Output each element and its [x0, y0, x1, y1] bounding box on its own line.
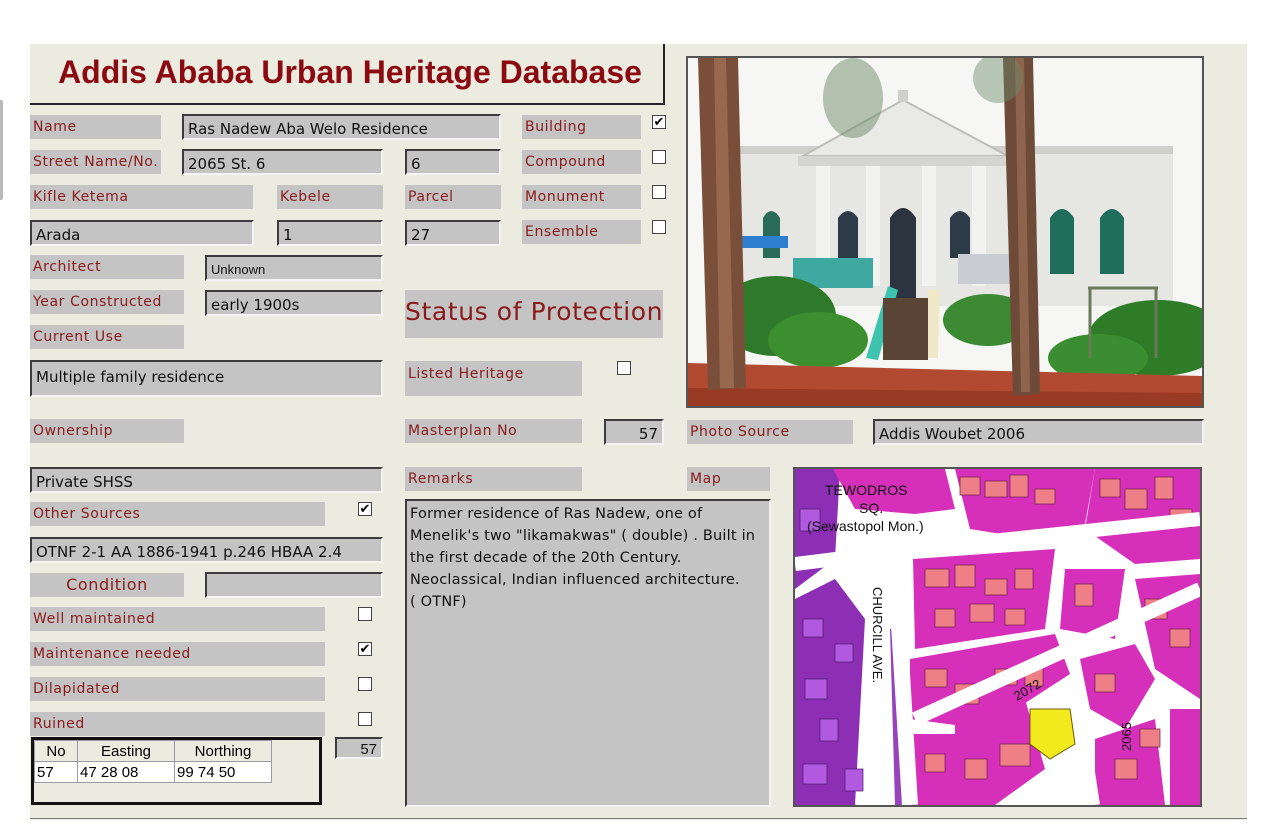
monument-label: Monument	[522, 185, 641, 209]
year-constructed-label: Year Constructed	[30, 290, 184, 314]
remarks-field[interactable]: Former residence of Ras Nadew, one of Me…	[405, 499, 771, 807]
year-constructed-field[interactable]: early 1900s	[205, 290, 383, 316]
name-label: Name	[30, 115, 161, 139]
dilapidated-label: Dilapidated	[30, 677, 325, 701]
monument-checkbox[interactable]	[652, 185, 666, 199]
compound-label: Compound	[522, 150, 641, 174]
map-square-label-line3: (Sewastopol Mon.)	[807, 518, 924, 534]
dilapidated-checkbox[interactable]	[358, 677, 372, 691]
map-square-label-line1: TEWODROS	[825, 482, 907, 498]
coord-cell-no[interactable]: 57	[34, 761, 78, 783]
ruined-label: Ruined	[30, 712, 325, 736]
other-sources-field[interactable]: OTNF 2-1 AA 1886-1941 p.246 HBAA 2.4	[30, 537, 383, 563]
parcel-label: Parcel	[405, 185, 501, 209]
masterplan-no-label: Masterplan No	[405, 419, 582, 443]
photo-source-label: Photo Source	[687, 420, 853, 444]
architect-field[interactable]: Unknown	[205, 255, 383, 281]
coordinates-id-field[interactable]: 57	[335, 737, 383, 759]
condition-label: Condition	[30, 573, 184, 597]
well-maintained-checkbox[interactable]	[358, 607, 372, 621]
ensemble-label: Ensemble	[522, 220, 641, 244]
building-checkbox[interactable]: ✔	[652, 115, 666, 129]
maintenance-needed-label: Maintenance needed	[30, 642, 325, 666]
page-title: Addis Ababa Urban Heritage Database	[58, 54, 642, 90]
status-of-protection-heading: Status of Protection	[405, 290, 663, 338]
ensemble-checkbox[interactable]	[652, 220, 666, 234]
name-field[interactable]: Ras Nadew Aba Welo Residence	[182, 114, 501, 140]
kifle-ketema-label: Kifle Ketema	[30, 185, 253, 209]
coord-header-easting: Easting	[77, 740, 175, 762]
coord-cell-easting[interactable]: 47 28 08	[77, 761, 175, 783]
kebele-field[interactable]: 1	[277, 220, 383, 246]
coord-header-no: No	[34, 740, 78, 762]
well-maintained-label: Well maintained	[30, 607, 325, 631]
remarks-label: Remarks	[405, 467, 582, 491]
ownership-field[interactable]: Private SHSS	[30, 467, 383, 493]
street-number-field[interactable]: 6	[405, 149, 501, 175]
current-use-label: Current Use	[30, 325, 184, 349]
ruined-checkbox[interactable]	[358, 712, 372, 726]
masterplan-no-field[interactable]: 57	[604, 419, 664, 445]
bottom-divider	[30, 818, 1247, 819]
remarks-line: Neoclassical, Indian influenced architec…	[410, 572, 740, 588]
compound-checkbox[interactable]	[652, 150, 666, 164]
coord-header-northing: Northing	[174, 740, 272, 762]
remarks-line: Former residence of Ras Nadew, one of	[410, 506, 703, 522]
building-label: Building	[522, 115, 641, 139]
checkmark-icon: ✔	[359, 502, 371, 517]
map-avenue-label: CHURCILL AVE.	[870, 587, 885, 683]
checkmark-icon: ✔	[653, 115, 665, 130]
parcel-map: TEWODROS SQ. (Sewastopol Mon.) CHURCILL …	[793, 467, 1202, 807]
map-label: Map	[687, 467, 770, 491]
checkmark-icon: ✔	[359, 642, 371, 657]
street-name-field[interactable]: 2065 St. 6	[182, 149, 383, 175]
kebele-label: Kebele	[277, 185, 383, 209]
ownership-label: Ownership	[30, 419, 184, 443]
listed-heritage-checkbox[interactable]	[617, 361, 631, 375]
remarks-line: Menelik's two "likamakwas" ( double) . B…	[410, 528, 756, 544]
maintenance-needed-checkbox[interactable]: ✔	[358, 642, 372, 656]
map-street-label: 2065	[1119, 722, 1134, 751]
other-sources-checkbox[interactable]: ✔	[358, 502, 372, 516]
map-square-label-line2: SQ.	[859, 500, 883, 516]
parcel-field[interactable]: 27	[405, 220, 501, 246]
kifle-ketema-field[interactable]: Arada	[30, 220, 254, 246]
condition-field[interactable]	[205, 572, 383, 598]
listed-heritage-label: Listed Heritage	[405, 361, 582, 396]
current-use-field[interactable]: Multiple family residence	[30, 360, 383, 397]
photo-source-field[interactable]: Addis Woubet 2006	[873, 419, 1204, 445]
coord-cell-northing[interactable]: 99 74 50	[174, 761, 272, 783]
remarks-line: the first decade of the 20th Century.	[410, 550, 682, 566]
coordinates-table: No Easting Northing 57 47 28 08 99 74 50	[34, 740, 272, 783]
building-photo	[686, 56, 1204, 408]
architect-label: Architect	[30, 255, 184, 279]
remarks-line: ( OTNF)	[410, 594, 467, 610]
street-label: Street Name/No.	[30, 150, 161, 174]
window-edge-tab	[0, 100, 3, 200]
other-sources-label: Other Sources	[30, 502, 325, 526]
